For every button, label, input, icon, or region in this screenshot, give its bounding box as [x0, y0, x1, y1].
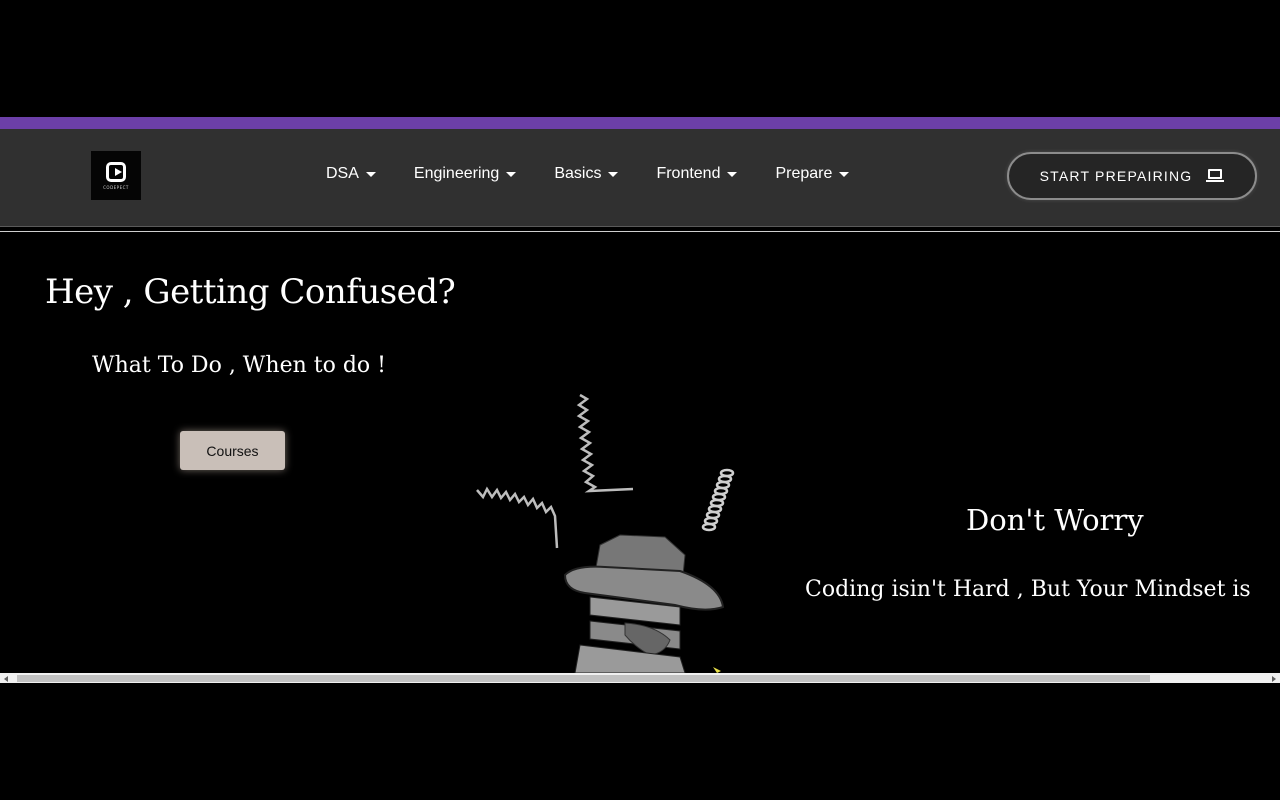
- play-code-icon: [106, 161, 126, 182]
- scrollbar-thumb[interactable]: [17, 675, 1150, 682]
- scroll-left-icon[interactable]: [4, 676, 8, 682]
- laptop-icon: [1206, 169, 1225, 183]
- caret-down-icon: [727, 171, 738, 177]
- scroll-right-icon[interactable]: [1272, 676, 1276, 682]
- nav-item-dsa[interactable]: DSA: [326, 165, 376, 183]
- nav-item-frontend[interactable]: Frontend: [656, 165, 738, 183]
- nav-item-label: Prepare: [775, 165, 833, 182]
- caret-down-icon: [839, 171, 850, 177]
- nav-item-engineering[interactable]: Engineering: [413, 165, 517, 183]
- nav-item-label: Engineering: [413, 165, 500, 182]
- nav-item-prepare[interactable]: Prepare: [775, 165, 850, 183]
- confused-robot-illustration: [476, 393, 735, 673]
- spring-shape: [476, 486, 559, 549]
- cta-label: START PREPAIRING: [1039, 168, 1193, 184]
- mindset-message: Coding isin't Hard , But Your Mindset is: [805, 577, 1251, 602]
- courses-button[interactable]: Courses: [180, 431, 285, 470]
- nav-item-label: DSA: [326, 165, 359, 182]
- caret-down-icon: [608, 171, 619, 177]
- logo-text: CODEPECT: [103, 184, 129, 190]
- nav-item-label: Frontend: [656, 165, 721, 182]
- header-divider: [0, 231, 1280, 232]
- horizontal-scrollbar[interactable]: [0, 673, 1280, 683]
- spring-shape: [576, 393, 634, 493]
- hero-title: Hey , Getting Confused?: [45, 272, 456, 312]
- main-nav: DSA Engineering Basics Frontend Prepare: [326, 165, 887, 183]
- dont-worry-title: Don't Worry: [966, 503, 1144, 537]
- navbar: CODEPECT DSA Engineering Basics Frontend…: [0, 129, 1280, 227]
- nav-item-basics[interactable]: Basics: [554, 165, 619, 183]
- top-accent-bar: [0, 117, 1280, 129]
- start-preparing-button[interactable]: START PREPAIRING: [1007, 152, 1257, 200]
- nav-item-label: Basics: [554, 165, 602, 182]
- hero-subtitle: What To Do , When to do !: [92, 353, 387, 378]
- caret-down-icon: [365, 171, 376, 177]
- brand-logo[interactable]: CODEPECT: [91, 151, 141, 200]
- coil-spring-shape: [701, 468, 735, 532]
- caret-down-icon: [506, 171, 517, 177]
